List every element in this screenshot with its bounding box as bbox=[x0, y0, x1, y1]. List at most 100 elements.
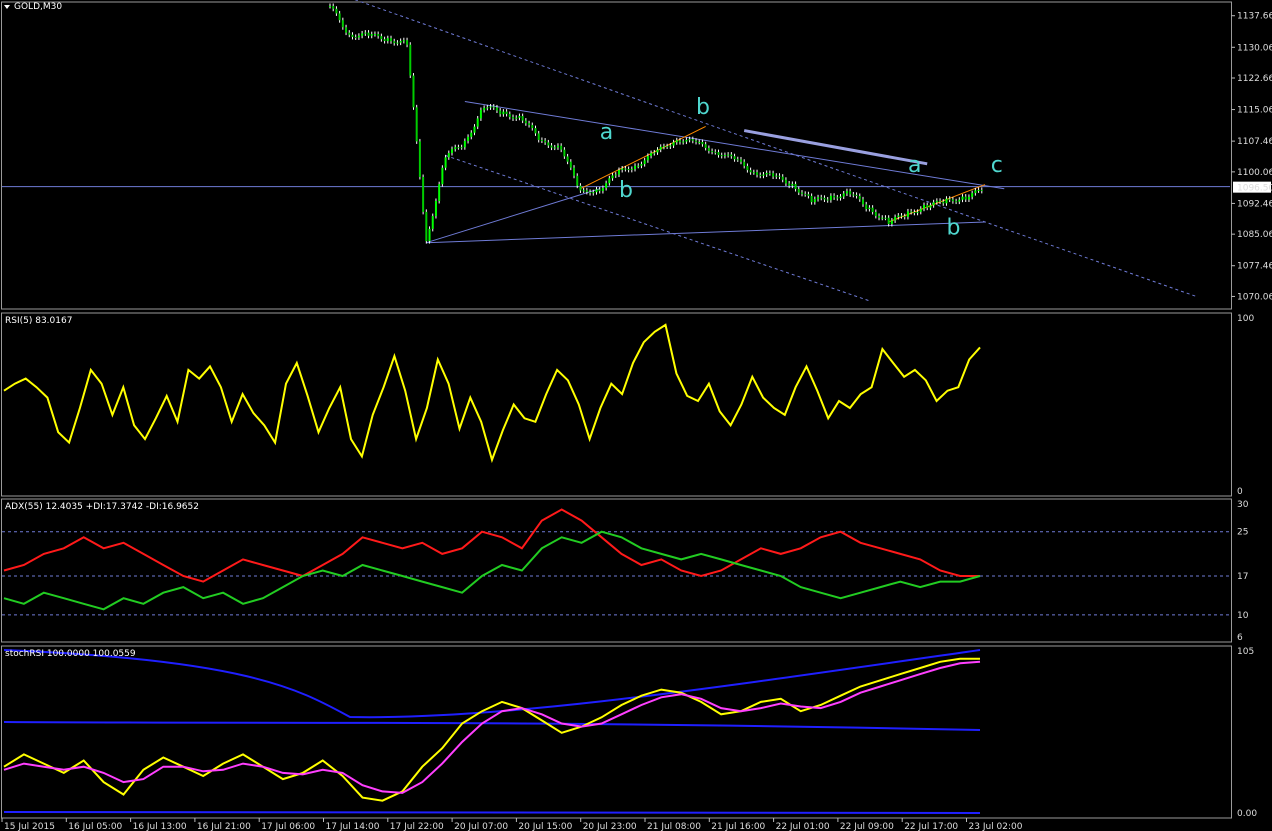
candle-body bbox=[634, 165, 637, 169]
current-price-label: 1096.50 bbox=[1237, 184, 1272, 194]
candle-body bbox=[646, 155, 649, 161]
candle-body bbox=[537, 133, 540, 140]
panel-frame bbox=[1, 645, 1232, 819]
candle-body bbox=[447, 153, 450, 158]
candle-body bbox=[833, 195, 836, 198]
candle-body bbox=[547, 142, 550, 146]
candle-body bbox=[393, 41, 396, 44]
candle-body bbox=[534, 128, 537, 134]
time-tick-label: 17 Jul 06:00 bbox=[261, 822, 315, 831]
candle-body bbox=[932, 202, 935, 206]
time-tick-label: 20 Jul 07:00 bbox=[454, 822, 508, 831]
candle-body bbox=[624, 168, 627, 170]
candle-body bbox=[479, 109, 482, 119]
price-tick-label: 1070.06 bbox=[1237, 292, 1272, 302]
trendline bbox=[464, 101, 1005, 190]
wave-label: b bbox=[946, 215, 960, 240]
candle-body bbox=[637, 165, 640, 167]
gold-m30-chart: 1137.66 1130.06 1122.66 1115.06 1107.46 1100.… bbox=[1, 0, 1272, 831]
candle-body bbox=[707, 147, 710, 151]
time-tick-label: 16 Jul 21:00 bbox=[197, 822, 251, 831]
candle-body bbox=[614, 174, 617, 176]
candle-body bbox=[887, 217, 890, 224]
candle-body bbox=[499, 110, 502, 115]
trendline bbox=[426, 221, 986, 244]
candle-body bbox=[855, 194, 858, 196]
candle-body bbox=[579, 185, 582, 191]
candle-body bbox=[399, 40, 402, 43]
candle-body bbox=[544, 140, 547, 143]
candle-body bbox=[884, 217, 887, 219]
candle-body bbox=[781, 176, 784, 180]
candle-body bbox=[955, 201, 958, 203]
time-tick-label: 20 Jul 23:00 bbox=[583, 822, 637, 831]
candle-body bbox=[746, 165, 749, 171]
candle-body bbox=[592, 192, 595, 194]
candle-body bbox=[772, 173, 775, 177]
candle-body bbox=[621, 168, 624, 170]
candle-body bbox=[778, 175, 781, 177]
candle-body bbox=[556, 145, 559, 148]
candle-body bbox=[409, 44, 412, 76]
price-tick-label: 1085.06 bbox=[1237, 230, 1272, 240]
wave-label: c bbox=[991, 153, 1003, 178]
candle-body bbox=[553, 147, 556, 149]
candle-body bbox=[916, 211, 919, 213]
series-line-rsi-5- bbox=[3, 323, 981, 464]
candle-body bbox=[351, 34, 354, 37]
candle-body bbox=[804, 193, 807, 195]
candle-body bbox=[601, 188, 604, 192]
indicator-tick-label: 25 bbox=[1237, 528, 1248, 538]
series-line--di bbox=[3, 530, 981, 611]
candle-body bbox=[524, 120, 527, 124]
price-tick-label: 1115.06 bbox=[1237, 106, 1272, 116]
candle-body bbox=[508, 113, 511, 118]
candle-body bbox=[961, 196, 964, 200]
candle-body bbox=[868, 207, 871, 210]
candle-body bbox=[431, 216, 434, 229]
candle-body bbox=[784, 179, 787, 184]
indicator-tick-label: 10 bbox=[1237, 611, 1249, 621]
candle-body bbox=[717, 152, 720, 156]
candle-body bbox=[788, 183, 791, 186]
candle-body bbox=[948, 198, 951, 200]
candle-body bbox=[698, 141, 701, 143]
candle-body bbox=[723, 155, 726, 157]
candle-body bbox=[836, 197, 839, 199]
candle-body bbox=[980, 189, 983, 191]
candle-body bbox=[810, 195, 813, 203]
candle-body bbox=[791, 183, 794, 186]
candle-body bbox=[444, 157, 447, 168]
wave-label: a bbox=[600, 120, 613, 145]
time-tick-label: 23 Jul 02:00 bbox=[969, 822, 1023, 831]
candle-body bbox=[489, 106, 492, 108]
candle-body bbox=[566, 156, 569, 162]
candle-body bbox=[386, 38, 389, 42]
wave-label: a bbox=[908, 153, 921, 178]
candle-body bbox=[662, 146, 665, 148]
candle-body bbox=[919, 208, 922, 212]
time-tick-label: 21 Jul 16:00 bbox=[711, 822, 765, 831]
time-tick-label: 16 Jul 13:00 bbox=[133, 822, 187, 831]
candle-body bbox=[380, 36, 383, 40]
candle-body bbox=[515, 117, 518, 119]
price-tick-label: 1130.06 bbox=[1237, 43, 1272, 53]
candle-body bbox=[768, 172, 771, 174]
chevron-down-icon[interactable] bbox=[4, 5, 10, 9]
candle-body bbox=[370, 34, 373, 36]
candle-body bbox=[650, 153, 653, 156]
indicator-tick-label: 0.00 bbox=[1237, 809, 1257, 819]
candle-body bbox=[422, 176, 425, 212]
candle-body bbox=[906, 211, 909, 217]
candle-body bbox=[354, 36, 357, 38]
candle-body bbox=[878, 215, 881, 218]
candle-body bbox=[813, 199, 816, 203]
candle-body bbox=[467, 136, 470, 141]
candle-body bbox=[817, 197, 820, 200]
candle-body bbox=[569, 161, 572, 168]
candle-body bbox=[473, 126, 476, 133]
candle-body bbox=[550, 145, 553, 148]
candle-body bbox=[585, 190, 588, 192]
candle-body bbox=[967, 196, 970, 200]
candle-body bbox=[659, 146, 662, 150]
